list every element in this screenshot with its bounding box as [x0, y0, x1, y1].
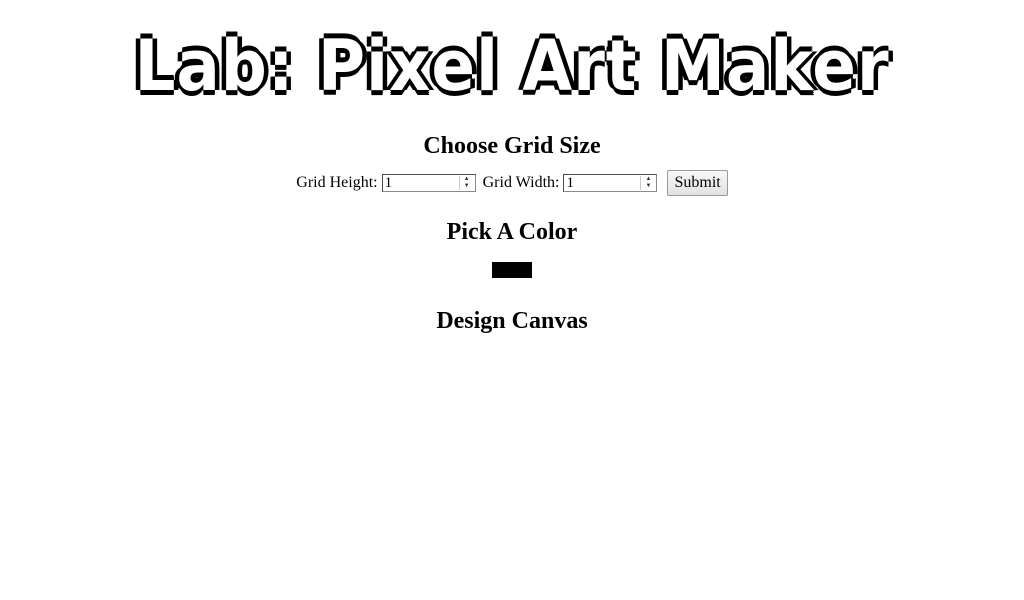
pixel-art-maker-page: Lab: Pixel Art Maker Choose Grid Size Gr…	[0, 0, 1024, 600]
grid-height-input[interactable]	[383, 175, 459, 191]
grid-height-field: ▲ ▼	[381, 174, 476, 192]
grid-width-decrement-icon[interactable]: ▼	[645, 183, 651, 190]
grid-width-input[interactable]	[565, 175, 641, 191]
grid-height-label: Grid Height:	[296, 174, 378, 191]
design-canvas-heading: Design Canvas	[436, 308, 588, 334]
page-title-text: Lab: Pixel Art Maker	[134, 25, 890, 107]
submit-button[interactable]: Submit	[667, 170, 728, 196]
color-picker[interactable]	[492, 262, 532, 278]
grid-width-increment-icon[interactable]: ▲	[645, 176, 651, 183]
grid-width-label: Grid Width:	[482, 174, 560, 191]
grid-height-spinner[interactable]: ▲ ▼	[458, 176, 474, 190]
grid-width-spinner[interactable]: ▲ ▼	[640, 176, 655, 190]
grid-height-increment-icon[interactable]: ▲	[464, 176, 470, 183]
grid-size-form: Grid Height: ▲ ▼ Grid Width: ▲ ▼ Submit	[0, 170, 1024, 196]
pick-color-heading: Pick A Color	[446, 219, 578, 245]
grid-height-decrement-icon[interactable]: ▼	[464, 183, 470, 190]
grid-width-field: ▲ ▼	[563, 174, 658, 192]
page-title: Lab: Pixel Art Maker	[41, 30, 983, 102]
pixel-canvas[interactable]	[462, 345, 562, 385]
grid-size-heading: Choose Grid Size	[423, 133, 601, 159]
